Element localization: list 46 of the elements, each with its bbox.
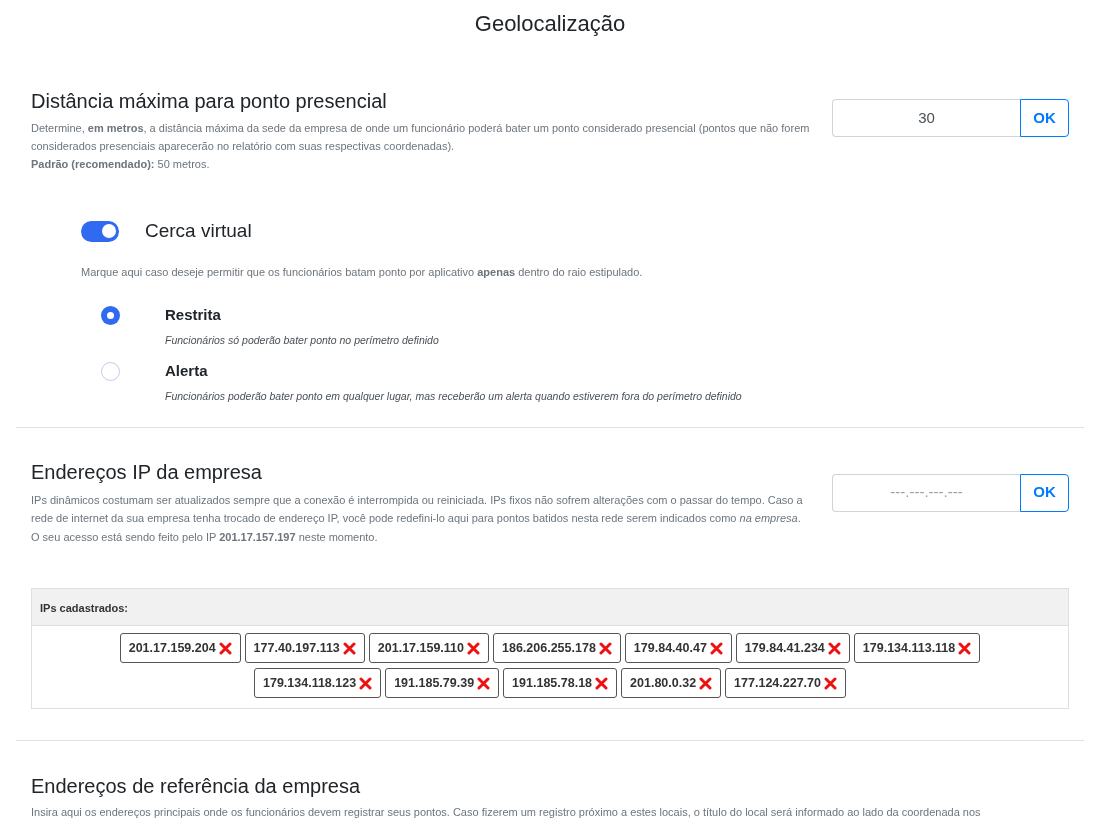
option-label: Restrita <box>165 305 222 325</box>
delete-icon[interactable] <box>467 641 480 655</box>
delete-icon[interactable] <box>824 676 837 690</box>
section-description: IPs dinâmicos costumam ser atualizados sempre que a conexão é interrompida ou reiniciada. IPs fixos não sofrem alterações com o passar do tempo. Caso a rede de internet da sua empresa tenha trocado de endereço IP, você pode redefini-lo aqui para pontos batidos nesta rede serem indicados como na empresa. O seu acesso está sendo feito pelo IP 201.17.157.197 neste momento. <box>31 492 804 545</box>
radio-button[interactable] <box>101 362 120 382</box>
ip-address: 177.124.227.70 <box>734 674 821 692</box>
ip-address: 186.206.255.178 <box>502 639 596 657</box>
section-description: Insira aqui os endereços principais onde os funcionários devem registrar seus pontos. Caso fizerem um registro próximo a estes locais, o título do local será informado ao lado da coordenada nos <box>31 805 982 820</box>
ip-address: 179.84.40.47 <box>633 639 707 657</box>
section-title: Endereços IP da empresa <box>31 459 263 485</box>
delete-icon[interactable] <box>595 676 609 690</box>
delete-icon[interactable] <box>827 641 841 655</box>
section-description: Determine, em metros, a distância máxima da sede da empresa de onde um funcionário poderá bater um ponto considerado presencial (pontos que não forem considerados presenciais aparecerão no relatório com suas respectivas coordenadas). <box>31 121 811 154</box>
ip-address: 177.40.197.113 <box>253 639 340 657</box>
ip-address: 179.134.118.123 <box>263 674 357 692</box>
option-label: Alerta <box>165 361 209 382</box>
delete-icon[interactable] <box>699 676 713 690</box>
ip-address: 201.80.0.32 <box>630 674 697 692</box>
delete-icon[interactable] <box>342 641 356 655</box>
page-title: Geolocalização <box>473 10 627 38</box>
ip-address: 201.17.159.110 <box>377 639 464 657</box>
ip-address: 191.185.78.18 <box>512 674 593 692</box>
ok-button[interactable]: OK <box>1020 473 1069 512</box>
delete-icon[interactable] <box>218 641 232 655</box>
delete-icon[interactable] <box>958 641 972 655</box>
panel-title: IPs cadastrados: <box>40 602 129 614</box>
default-note: Padrão (recomendado): 50 metros. <box>31 157 211 172</box>
option-description: Funcionários poderão bater ponto em qualquer lugar, mas receberão um alerta quando estiverem fora do perímetro definido <box>165 388 742 404</box>
toggle-label: Cerca virtual <box>145 219 252 243</box>
delete-icon[interactable] <box>598 641 612 655</box>
text-field[interactable]: 30 <box>832 99 1020 137</box>
toggle-switch[interactable] <box>81 220 119 242</box>
ip-address: 179.84.41.234 <box>744 639 825 657</box>
delete-icon[interactable] <box>477 676 491 690</box>
ip-address: 201.17.159.204 <box>128 639 216 657</box>
delete-icon[interactable] <box>709 641 723 655</box>
section-title: Distância máxima para ponto presencial <box>31 89 388 114</box>
ip-address: 191.185.79.39 <box>394 674 475 692</box>
section-title: Endereços de referência da empresa <box>31 774 362 799</box>
option-description: Funcionários só poderão bater ponto no perímetro definido <box>165 332 439 348</box>
radio-button[interactable] <box>101 306 120 325</box>
text-field[interactable]: ---.---.---.--- <box>832 473 1020 512</box>
ip-address: 179.134.113.118 <box>862 639 956 657</box>
delete-icon[interactable] <box>359 676 373 690</box>
ok-button[interactable]: OK <box>1020 99 1069 137</box>
geofence-description: Marque aqui caso deseje permitir que os funcionários batam ponto por aplicativo apenas dentro do raio estipulado. <box>81 264 644 280</box>
